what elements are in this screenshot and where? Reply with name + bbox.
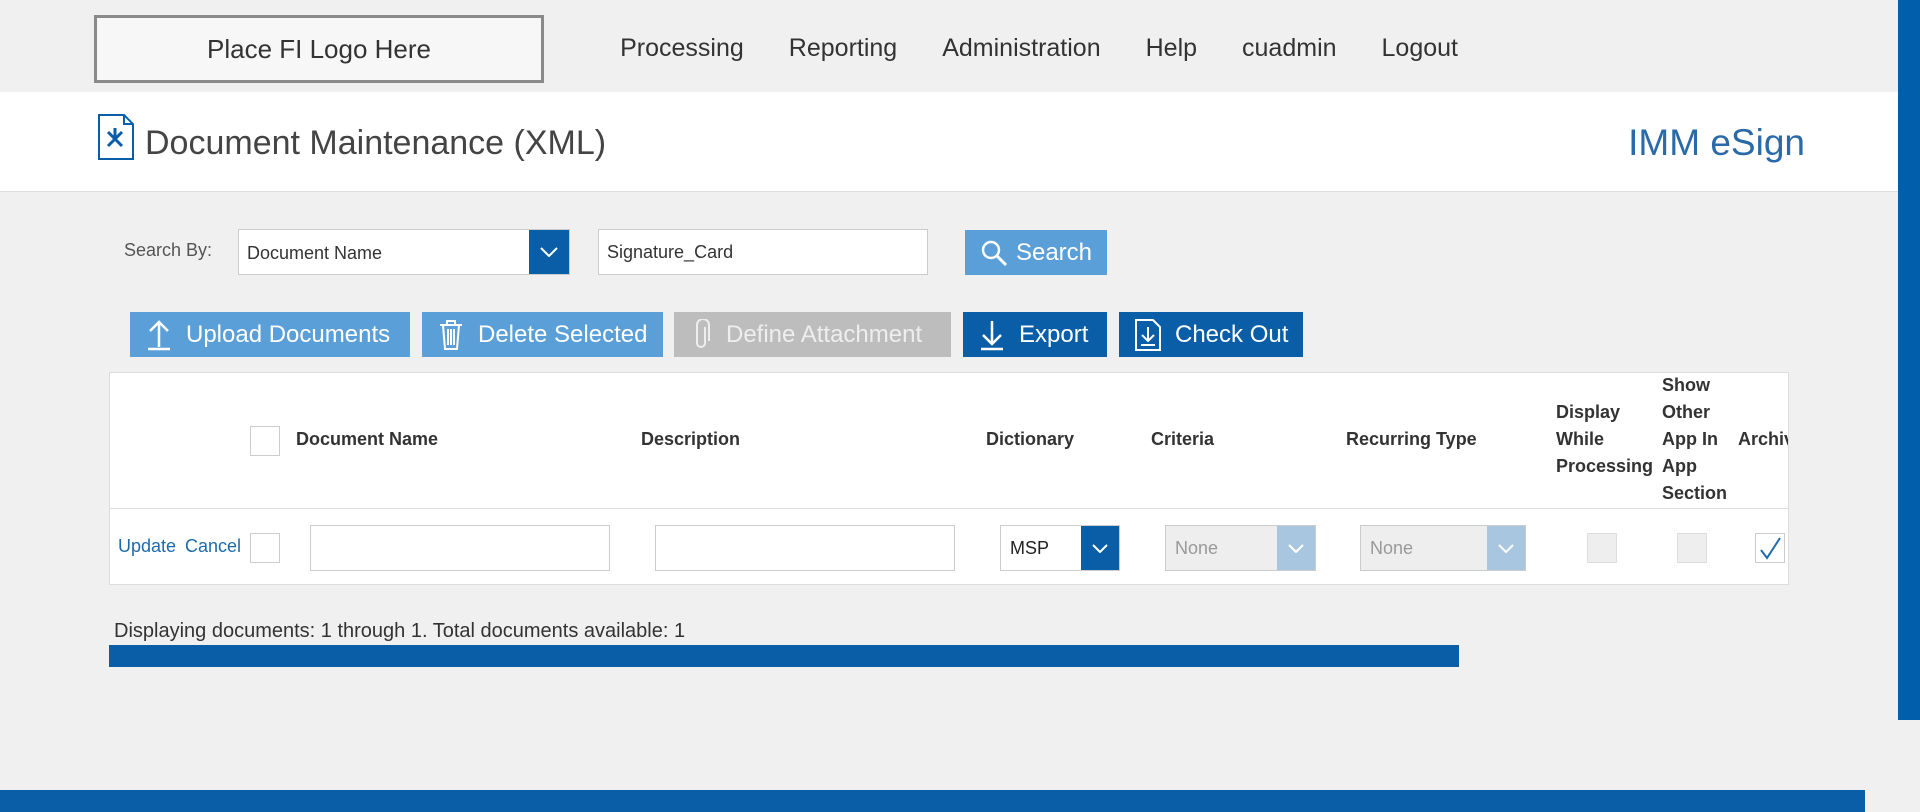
delete-selected-button[interactable]: Delete Selected <box>422 312 663 357</box>
page-title: Document Maintenance (XML) <box>145 124 607 162</box>
search-icon <box>981 240 1008 266</box>
dictionary-value: MSP <box>1010 538 1050 558</box>
search-input[interactable] <box>598 229 928 275</box>
check-out-button[interactable]: Check Out <box>1119 312 1303 357</box>
search-by-select[interactable]: Document Name <box>238 229 570 275</box>
define-attachment-button[interactable]: Define Attachment <box>674 312 951 357</box>
archive-checkbox[interactable] <box>1755 533 1785 563</box>
pagination-bar <box>109 645 1459 667</box>
col-show-other-app[interactable]: Show Other App In App Section <box>1662 373 1727 507</box>
search-button[interactable]: Search <box>965 230 1107 275</box>
chevron-down-icon[interactable] <box>529 230 569 274</box>
upload-label: Upload Documents <box>186 320 391 348</box>
scrollbar[interactable] <box>1898 0 1920 812</box>
checkout-label: Check Out <box>1175 320 1289 348</box>
nav-administration[interactable]: Administration <box>942 34 1100 63</box>
search-button-label: Search <box>1015 238 1093 266</box>
pagination-status: Displaying documents: 1 through 1. Total… <box>114 620 686 642</box>
col-description[interactable]: Description <box>641 426 740 453</box>
description-field[interactable] <box>655 525 955 571</box>
attach-label: Define Attachment <box>726 320 923 348</box>
chevron-down-icon[interactable] <box>1081 526 1119 570</box>
nav-user[interactable]: cuadmin <box>1242 34 1337 63</box>
download-icon <box>981 320 1003 350</box>
nav-processing[interactable]: Processing <box>620 34 744 63</box>
table-header: Document Name Description Dictionary Cri… <box>110 373 1788 509</box>
dictionary-select[interactable]: MSP <box>1000 525 1120 571</box>
delete-label: Delete Selected <box>478 320 648 348</box>
criteria-select[interactable]: None <box>1165 525 1316 571</box>
top-bar: Place FI Logo Here Processing Reporting … <box>0 0 1898 92</box>
document-name-field[interactable] <box>310 525 610 571</box>
nav-logout[interactable]: Logout <box>1382 34 1458 63</box>
brand-name: IMM eSign <box>1628 122 1805 163</box>
col-document-name[interactable]: Document Name <box>296 426 438 453</box>
show-other-app-checkbox[interactable] <box>1677 533 1707 563</box>
upload-documents-button[interactable]: Upload Documents <box>130 312 410 357</box>
chevron-down-icon[interactable] <box>1277 526 1315 570</box>
col-criteria[interactable]: Criteria <box>1151 426 1214 453</box>
documents-table: Document Name Description Dictionary Cri… <box>109 372 1789 585</box>
document-tools-icon <box>98 114 134 160</box>
main-nav: Processing Reporting Administration Help… <box>575 34 1458 63</box>
fi-logo: Place FI Logo Here <box>94 15 544 83</box>
export-button[interactable]: Export <box>963 312 1107 357</box>
cancel-link[interactable]: Cancel <box>185 536 241 557</box>
scrollbar-thumb[interactable] <box>1898 0 1920 720</box>
nav-help[interactable]: Help <box>1146 34 1197 63</box>
col-recurring-type[interactable]: Recurring Type <box>1346 426 1477 453</box>
criteria-value: None <box>1175 538 1219 558</box>
paperclip-icon <box>696 318 710 348</box>
search-by-value: Document Name <box>247 243 383 263</box>
file-download-icon <box>1135 318 1161 351</box>
upload-icon <box>148 319 170 350</box>
col-dictionary[interactable]: Dictionary <box>986 426 1074 453</box>
export-label: Export <box>1019 320 1089 348</box>
update-link[interactable]: Update <box>118 536 176 557</box>
col-display-while-processing[interactable]: Display While Processing <box>1556 399 1653 480</box>
trash-icon <box>440 319 462 350</box>
row-checkbox[interactable] <box>250 533 280 563</box>
checkmark-icon <box>1760 537 1781 560</box>
recurring-type-value: None <box>1370 538 1414 558</box>
col-archive[interactable]: Archiv <box>1738 426 1788 453</box>
display-while-processing-checkbox[interactable] <box>1587 533 1617 563</box>
recurring-type-select[interactable]: None <box>1360 525 1526 571</box>
footer-bar <box>0 790 1865 812</box>
select-all-checkbox[interactable] <box>250 426 280 456</box>
chevron-down-icon[interactable] <box>1487 526 1525 570</box>
search-by-label: Search By: <box>124 240 213 260</box>
nav-reporting[interactable]: Reporting <box>789 34 897 63</box>
